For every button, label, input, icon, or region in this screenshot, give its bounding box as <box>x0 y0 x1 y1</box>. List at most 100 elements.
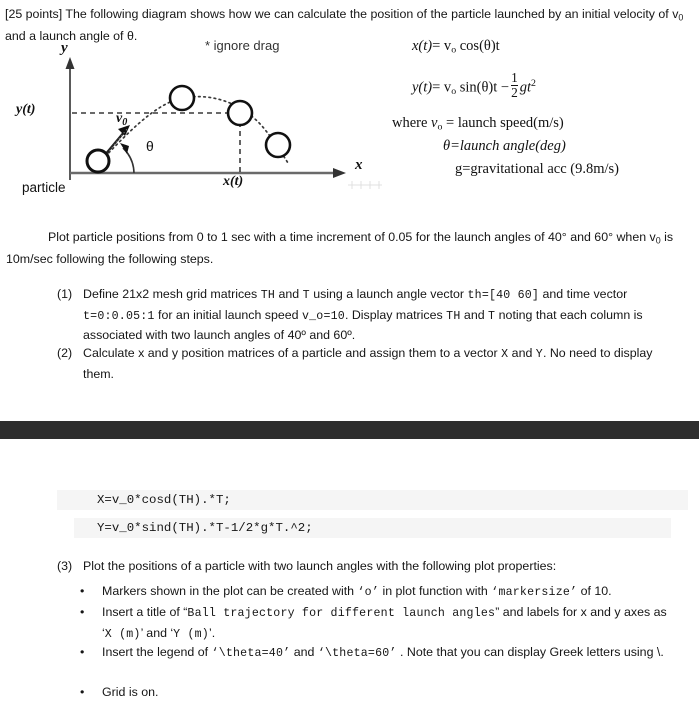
step-3-body: Plot the positions of a particle with tw… <box>83 559 557 573</box>
inline-text-span: and <box>275 287 303 301</box>
inline-text-span: and <box>508 346 536 360</box>
x-axis-icon <box>70 168 346 178</box>
inline-text-span: and time vector <box>539 287 628 301</box>
dark-divider-band <box>0 421 699 439</box>
equation-y-mid: sin(θ)t − <box>456 79 510 96</box>
inline-code-span: T <box>302 289 310 302</box>
theta-definition-text: θ=launch angle(deg) <box>443 138 566 154</box>
bullet-markers-text: Markers shown in the plot can be created… <box>102 582 680 603</box>
bullet-dot-icon: • <box>80 645 85 659</box>
inline-code-span: TH <box>446 309 461 323</box>
yt-label: y(t) <box>16 102 36 117</box>
theta-label: θ <box>146 138 154 154</box>
bullet-item-title-labels: • Insert a title of “Ball trajectory for… <box>80 603 668 644</box>
equation-y: y(t)= vo sin(θ)t −1 2 gt2 <box>412 70 536 100</box>
fraction-denominator: 2 <box>511 85 518 100</box>
g-definition-text: g=gravitational acc (9.8m/s) <box>455 161 619 177</box>
inline-text-span: Grid is on. <box>102 685 159 699</box>
plot-instruction-part1: Plot particle positions from 0 to 1 sec … <box>48 230 656 244</box>
inline-text-span: Calculate x and y position matrices of a… <box>83 346 502 360</box>
xt-label: x(t) <box>223 174 244 189</box>
inline-text-span: and <box>290 645 318 659</box>
inline-text-span: Markers shown in the plot can be created… <box>102 584 358 598</box>
g-definition: g=gravitational acc (9.8m/s) <box>455 161 619 178</box>
where-v0-definition: where vo = launch speed(m/s) <box>392 115 564 132</box>
theta-arc <box>122 147 135 174</box>
inline-code-span: Ball trajectory for different launch ang… <box>187 607 496 620</box>
bullet-grid-text: Grid is on. <box>102 683 668 703</box>
inline-code-span: t=0:0.05:1 <box>83 309 155 323</box>
bullet-item-grid: • Grid is on. <box>80 683 668 703</box>
intro-text-part1: The following diagram shows how we can c… <box>62 7 679 21</box>
step-item-1: (1) Define 21x2 mesh grid matrices TH an… <box>57 285 675 346</box>
inline-text-span: for an initial launch speed <box>154 307 302 322</box>
projectile-diagram: y x y(t) x(t) v0 θ particle * ignore dra… <box>16 38 390 195</box>
y-axis-label: y <box>61 40 68 56</box>
inline-text-span: Insert a title of “ <box>102 605 188 619</box>
inline-code-span: Y (m) <box>173 627 209 641</box>
inline-text-span: . Display matrices <box>344 307 447 322</box>
inline-text-span: . Note that you can display Greek letter… <box>396 645 664 659</box>
inline-text-span: Define 21x2 mesh grid matrices <box>83 287 261 301</box>
intro-v0-subscript: 0 <box>678 12 684 23</box>
inline-code-span: ‘markersize’ <box>491 586 578 599</box>
inline-code-span: Y <box>535 348 543 361</box>
inline-code-span: ‘o’ <box>357 586 379 599</box>
v0-label: v0 <box>116 111 127 128</box>
bullet-title-labels-text: Insert a title of “Ball trajectory for d… <box>102 603 668 644</box>
worksheet-page: [25 points] The following diagram shows … <box>0 0 699 705</box>
theta-definition: θ=launch angle(deg) <box>443 138 566 155</box>
bullet-dot-icon: • <box>80 685 85 699</box>
step-1-marker: (1) <box>57 287 73 301</box>
one-half-fraction: 12 <box>511 70 518 100</box>
where-keyword: where <box>392 115 432 131</box>
tick-artifact-icon <box>348 181 382 189</box>
equation-x-lhs: x(t) <box>412 38 433 54</box>
inline-code-span: ‘\theta=40’ <box>211 647 291 660</box>
equation-y-tail: gt <box>519 79 532 96</box>
step-item-3: (3) Plot the positions of a particle wit… <box>57 557 675 577</box>
bullet-dot-icon: • <box>80 605 85 619</box>
bullet-item-markers: • Markers shown in the plot can be creat… <box>80 582 680 603</box>
equation-y-exponent: 2 <box>531 77 536 89</box>
ball-marker <box>168 84 196 112</box>
inline-code-span: TH <box>260 289 276 302</box>
step-3-marker: (3) <box>57 559 73 573</box>
code-line-y: Y=v_0*sind(TH).*T-1/2*g*T.^2; <box>74 518 671 538</box>
step-2-body: Calculate x and y position matrices of a… <box>83 344 675 384</box>
inline-text-span: ’. <box>208 625 216 640</box>
bullet-dot-icon: • <box>80 584 85 598</box>
code-line-x: X=v_0*cosd(TH).*T; <box>57 490 688 510</box>
fraction-numerator: 1 <box>511 70 518 85</box>
equation-y-lhs: y(t) <box>412 79 433 96</box>
plot-instruction-paragraph: Plot particle positions from 0 to 1 sec … <box>6 228 694 269</box>
inline-text-span: of 10. <box>577 584 612 598</box>
ignore-drag-note: * ignore drag <box>205 38 280 53</box>
ball-marker <box>85 148 111 174</box>
inline-code-span: ‘\theta=60’ <box>317 647 397 660</box>
inline-code-span: th=[40 60] <box>467 289 540 302</box>
x-axis-label: x <box>355 157 363 173</box>
v0-subscript: 0 <box>122 116 128 128</box>
inline-text-span: Insert the legend of <box>102 645 212 659</box>
equation-x-tail: cos(θ)t <box>456 38 500 54</box>
step-2-marker: (2) <box>57 346 73 360</box>
inline-text-span: ’ and ‘ <box>140 625 174 640</box>
ball-marker <box>264 131 292 159</box>
bullet-legend-text: Insert the legend of ‘\theta=40’ and ‘\t… <box>102 643 668 664</box>
particle-label: particle <box>22 180 66 195</box>
equation-x: x(t)= vo cos(θ)t <box>412 38 500 55</box>
inline-text-span: and <box>460 307 489 322</box>
projectile-diagram-svg <box>65 57 382 189</box>
inline-text-span: using a launch angle vector <box>309 287 468 301</box>
bullet-item-legend: • Insert the legend of ‘\theta=40’ and ‘… <box>80 643 668 664</box>
inline-code-span: X (m) <box>104 627 141 641</box>
step-item-2: (2) Calculate x and y position matrices … <box>57 344 675 384</box>
y-axis-icon <box>65 57 75 180</box>
where-v-text: = launch speed(m/s) <box>442 115 564 131</box>
inline-text-span: in plot function with <box>379 584 492 598</box>
ball-marker <box>226 99 254 127</box>
step-1-body: Define 21x2 mesh grid matrices TH and T … <box>83 285 675 346</box>
equation-x-rhs: = v <box>432 38 452 54</box>
intro-points-label: [25 points] <box>5 7 63 21</box>
